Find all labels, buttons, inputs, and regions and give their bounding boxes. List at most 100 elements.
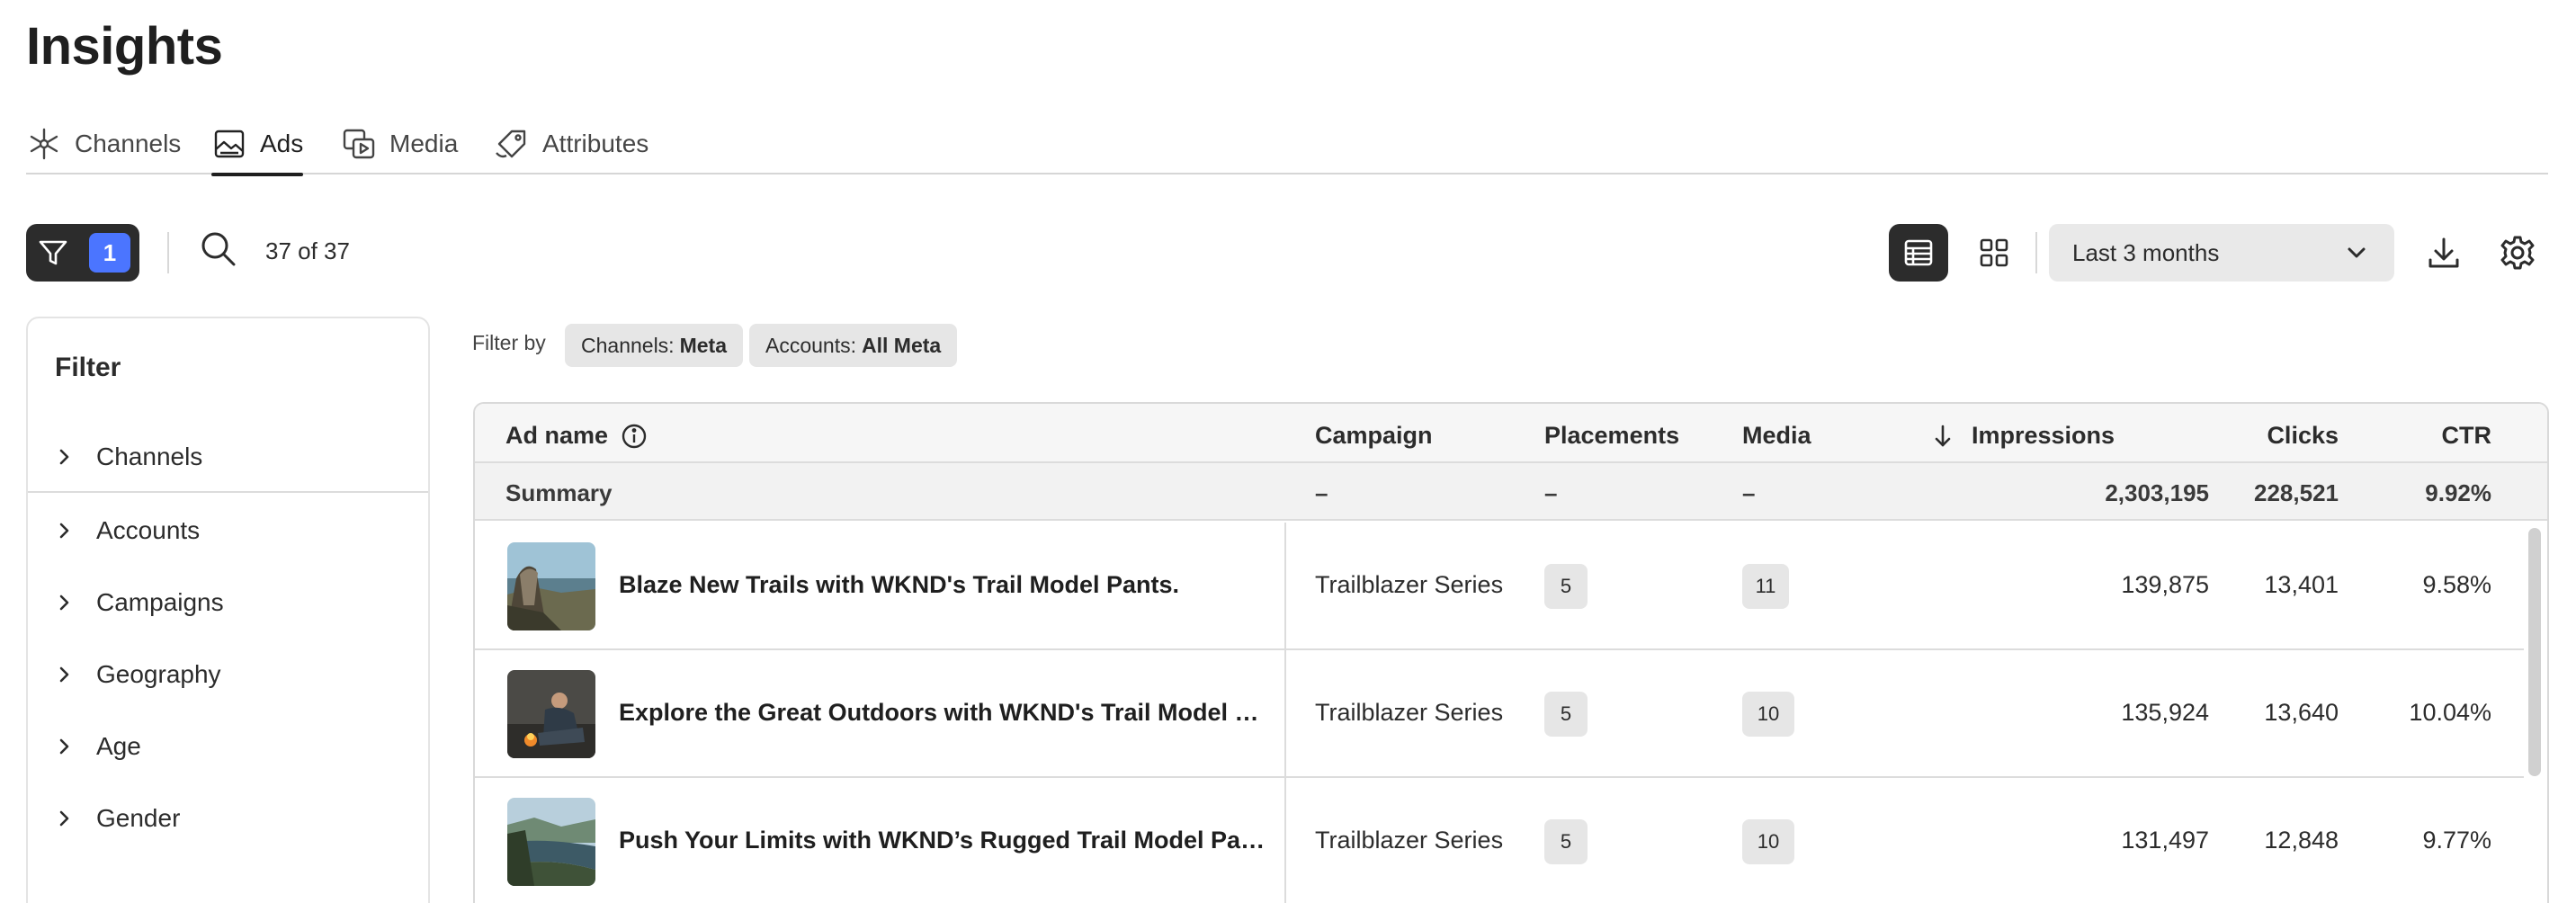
chip-key: Accounts: (765, 333, 856, 357)
clicks-value: 13,401 (2264, 571, 2339, 598)
tab-channels-label: Channels (75, 130, 182, 157)
chevron-right-icon (59, 523, 69, 539)
filter-toggle-button[interactable]: 1 (26, 224, 139, 282)
toolbar-divider (167, 232, 169, 273)
chevron-right-icon (59, 666, 69, 683)
column-header-clicks[interactable]: Clicks (2249, 422, 2339, 450)
toolbar-divider (2035, 232, 2037, 273)
channels-network-icon (30, 128, 58, 160)
filter-item-accounts[interactable]: Accounts (28, 504, 428, 558)
summary-media: – (1742, 479, 1756, 506)
search-icon[interactable] (198, 228, 239, 270)
table-row[interactable]: Explore the Great Outdoors with WKND's T… (475, 650, 2524, 778)
grid-view-button[interactable] (1964, 224, 2024, 282)
ad-thumbnail-image (507, 670, 595, 758)
summary-clicks: 228,521 (2254, 479, 2339, 506)
filter-item-geography[interactable]: Geography (28, 648, 428, 702)
info-icon[interactable] (621, 423, 648, 450)
funnel-icon (39, 240, 67, 265)
chip-value: Meta (679, 333, 727, 357)
chevron-right-icon (59, 810, 69, 827)
download-button[interactable] (2419, 228, 2468, 277)
media-count[interactable]: 10 (1742, 819, 1794, 864)
column-header-label: Ad name (505, 422, 609, 449)
media-count[interactable]: 10 (1742, 692, 1794, 737)
tab-bar: Channels Ads Media Attributes (26, 126, 2548, 176)
ads-image-icon (214, 130, 245, 158)
table-row[interactable]: Blaze New Trails with WKND's Trail Model… (475, 523, 2524, 650)
column-header-ctr[interactable]: CTR (2402, 422, 2492, 450)
clicks-value: 12,848 (2264, 827, 2339, 854)
column-header-ad-name[interactable]: Ad name (505, 422, 648, 450)
clicks-value: 13,640 (2264, 699, 2339, 726)
column-header-media[interactable]: Media (1742, 422, 1811, 450)
campaign-name: Trailblazer Series (1315, 827, 1504, 854)
tab-ads[interactable]: Ads (211, 126, 304, 176)
column-divider (1284, 523, 1286, 650)
campaign-name: Trailblazer Series (1315, 571, 1504, 598)
placements-count[interactable]: 5 (1544, 564, 1588, 609)
chevron-down-icon (2348, 247, 2366, 258)
summary-impressions: 2,303,195 (2105, 479, 2209, 506)
date-range-select[interactable]: Last 3 months (2049, 224, 2394, 282)
filter-item-campaigns[interactable]: Campaigns (28, 576, 428, 630)
table-view-button[interactable] (1889, 224, 1948, 282)
tab-channels[interactable]: Channels (26, 126, 181, 174)
placements-count[interactable]: 5 (1544, 692, 1588, 737)
ad-thumbnail-image (507, 798, 595, 886)
result-count: 37 of 37 (265, 237, 350, 264)
summary-ctr: 9.92% (2425, 479, 2491, 506)
filter-item-label: Geography (96, 660, 221, 688)
filter-item-channels[interactable]: Channels (28, 430, 428, 484)
tab-media-label: Media (389, 130, 459, 157)
divider (28, 491, 428, 493)
tag-icon (496, 130, 526, 158)
filter-item-label: Age (96, 732, 141, 760)
table-row[interactable]: Push Your Limits with WKND’s Rugged Trai… (475, 778, 2524, 903)
summary-row: Summary – – – 2,303,195 228,521 9.92% (475, 463, 2547, 521)
summary-placements: – (1544, 479, 1558, 506)
column-header-label: Impressions (1972, 422, 2115, 449)
date-range-value: Last 3 months (2072, 238, 2220, 266)
filter-chip-channels[interactable]: Channels: Meta (565, 324, 743, 367)
settings-button[interactable] (2493, 228, 2542, 277)
media-icon (343, 129, 375, 159)
ctr-value: 9.58% (2422, 571, 2491, 598)
ctr-value: 10.04% (2409, 699, 2491, 726)
summary-campaign: – (1315, 479, 1328, 506)
filter-item-label: Campaigns (96, 588, 224, 616)
tab-media[interactable]: Media (341, 126, 458, 174)
ad-name[interactable]: Explore the Great Outdoors with WKND's T… (619, 699, 1266, 727)
impressions-value: 135,924 (2121, 699, 2209, 726)
filter-panel-title: Filter (55, 353, 121, 382)
ads-table: Ad name Campaign Placements Media Impres… (473, 402, 2549, 903)
ad-name[interactable]: Push Your Limits with WKND’s Rugged Trai… (619, 827, 1266, 854)
tab-attributes[interactable]: Attributes (494, 126, 648, 174)
grid-view-icon (1980, 238, 2008, 267)
media-count[interactable]: 11 (1742, 564, 1789, 609)
table-scrollbar[interactable] (2522, 523, 2545, 903)
gear-icon (2500, 236, 2535, 270)
filter-item-label: Gender (96, 804, 181, 832)
column-header-impressions[interactable]: Impressions (1932, 422, 2115, 450)
column-header-placements[interactable]: Placements (1544, 422, 1679, 450)
sort-descending-icon (1935, 425, 1951, 446)
filter-count-badge: 1 (89, 233, 130, 273)
ad-name[interactable]: Blaze New Trails with WKND's Trail Model… (619, 571, 1266, 599)
column-header-campaign[interactable]: Campaign (1315, 422, 1433, 450)
filter-item-age[interactable]: Age (28, 720, 428, 773)
chip-value: All Meta (862, 333, 942, 357)
filter-chip-accounts[interactable]: Accounts: All Meta (749, 324, 958, 367)
scrollbar-thumb[interactable] (2528, 528, 2541, 776)
impressions-value: 131,497 (2121, 827, 2209, 854)
tab-attributes-label: Attributes (542, 130, 649, 157)
chevron-right-icon (59, 449, 69, 465)
chevron-right-icon (59, 595, 69, 611)
filter-item-gender[interactable]: Gender (28, 791, 428, 845)
impressions-value: 139,875 (2121, 571, 2209, 598)
placements-count[interactable]: 5 (1544, 819, 1588, 864)
column-divider (1284, 650, 1286, 778)
ctr-value: 9.77% (2422, 827, 2491, 854)
campaign-name: Trailblazer Series (1315, 699, 1504, 726)
filter-panel: Filter Channels Accounts Campaigns Geogr… (26, 317, 430, 903)
